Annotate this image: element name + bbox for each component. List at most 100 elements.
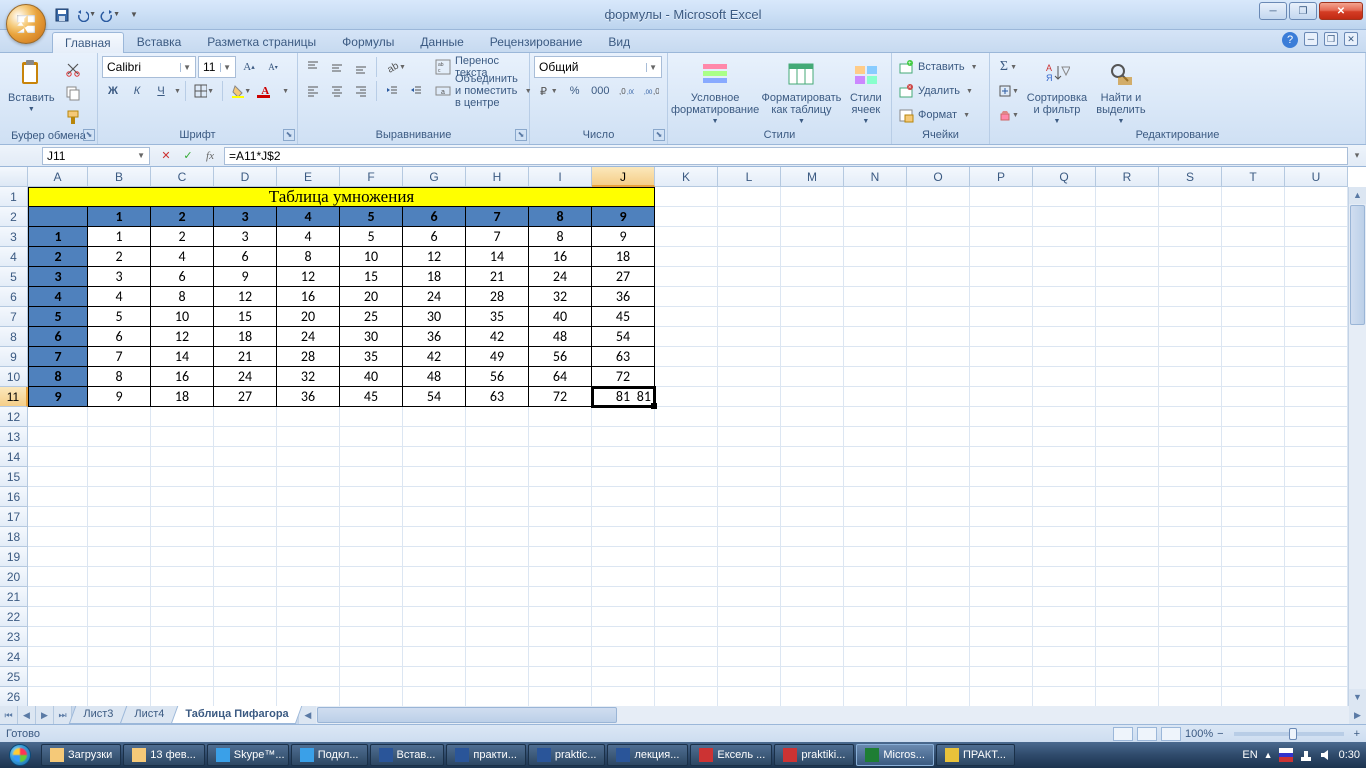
- cell[interactable]: [403, 467, 466, 487]
- cell[interactable]: [214, 527, 277, 547]
- cell[interactable]: [277, 427, 340, 447]
- cell[interactable]: [403, 547, 466, 567]
- cell[interactable]: [1159, 227, 1222, 247]
- cell[interactable]: [907, 367, 970, 387]
- cell[interactable]: [403, 527, 466, 547]
- increase-indent-icon[interactable]: [405, 80, 427, 102]
- table-cell[interactable]: 7: [88, 347, 151, 367]
- cell[interactable]: [592, 667, 655, 687]
- cell[interactable]: [970, 347, 1033, 367]
- cell[interactable]: [1222, 367, 1285, 387]
- cell[interactable]: [277, 607, 340, 627]
- cell[interactable]: [1096, 667, 1159, 687]
- cell[interactable]: [88, 607, 151, 627]
- cell[interactable]: [1222, 627, 1285, 647]
- table-cell[interactable]: 42: [466, 327, 529, 347]
- cell[interactable]: [214, 587, 277, 607]
- table-col-header[interactable]: 3: [214, 207, 277, 227]
- cell[interactable]: [151, 467, 214, 487]
- cell[interactable]: [1033, 407, 1096, 427]
- cell[interactable]: [844, 467, 907, 487]
- table-cell[interactable]: 30: [403, 307, 466, 327]
- col-header[interactable]: E: [277, 167, 340, 187]
- cell[interactable]: [1033, 527, 1096, 547]
- cell[interactable]: [1096, 367, 1159, 387]
- cell[interactable]: [907, 327, 970, 347]
- formula-input[interactable]: =A11*J$2: [224, 147, 1348, 165]
- cell[interactable]: [1159, 387, 1222, 407]
- cell[interactable]: [214, 467, 277, 487]
- cell[interactable]: [88, 667, 151, 687]
- table-cell[interactable]: 28: [277, 347, 340, 367]
- col-header[interactable]: H: [466, 167, 529, 187]
- cell[interactable]: [781, 527, 844, 547]
- cell[interactable]: [1159, 647, 1222, 667]
- cell[interactable]: [1033, 467, 1096, 487]
- cell[interactable]: [1096, 407, 1159, 427]
- cell[interactable]: [28, 667, 88, 687]
- enter-formula-icon[interactable]: ✓: [178, 147, 198, 165]
- ribbon-tab-6[interactable]: Вид: [595, 31, 643, 52]
- cell[interactable]: [907, 687, 970, 707]
- cell[interactable]: [844, 627, 907, 647]
- cell[interactable]: [88, 487, 151, 507]
- delete-cells-button[interactable]: ×Удалить▼: [896, 80, 985, 102]
- cell[interactable]: [907, 247, 970, 267]
- cell[interactable]: [592, 487, 655, 507]
- cell[interactable]: [1222, 527, 1285, 547]
- cell[interactable]: [844, 267, 907, 287]
- row-header[interactable]: 14: [0, 447, 28, 467]
- cell[interactable]: [1285, 247, 1348, 267]
- cell[interactable]: [403, 627, 466, 647]
- cell[interactable]: [1159, 267, 1222, 287]
- cell[interactable]: [1033, 587, 1096, 607]
- increase-decimal-icon[interactable]: ,0,00: [615, 80, 638, 102]
- cell[interactable]: [28, 547, 88, 567]
- cell[interactable]: [151, 487, 214, 507]
- cell[interactable]: [655, 627, 718, 647]
- row-header[interactable]: 10: [0, 367, 28, 387]
- cell[interactable]: [1159, 347, 1222, 367]
- table-cell[interactable]: 32: [529, 287, 592, 307]
- doc-restore-button[interactable]: ❐: [1324, 32, 1338, 46]
- cell[interactable]: [1096, 427, 1159, 447]
- table-cell[interactable]: 5: [88, 307, 151, 327]
- table-cell[interactable]: 12: [403, 247, 466, 267]
- cell[interactable]: [340, 587, 403, 607]
- table-cell[interactable]: 9: [214, 267, 277, 287]
- cell[interactable]: [1033, 607, 1096, 627]
- cell[interactable]: [844, 667, 907, 687]
- cell[interactable]: [844, 607, 907, 627]
- cell[interactable]: [1033, 227, 1096, 247]
- cell[interactable]: [214, 427, 277, 447]
- cell[interactable]: [970, 627, 1033, 647]
- cell[interactable]: [403, 407, 466, 427]
- table-cell[interactable]: 24: [529, 267, 592, 287]
- cell[interactable]: [1285, 527, 1348, 547]
- cell[interactable]: [1159, 367, 1222, 387]
- cell[interactable]: [403, 647, 466, 667]
- cell[interactable]: [781, 627, 844, 647]
- cell[interactable]: [907, 527, 970, 547]
- cell[interactable]: [466, 647, 529, 667]
- cell[interactable]: [1222, 407, 1285, 427]
- cell[interactable]: [592, 507, 655, 527]
- cell[interactable]: [844, 387, 907, 407]
- table-cell[interactable]: 15: [340, 267, 403, 287]
- font-size-combo[interactable]: 11▼: [198, 56, 236, 78]
- cell[interactable]: [466, 567, 529, 587]
- cell[interactable]: [214, 567, 277, 587]
- clipboard-launcher-icon[interactable]: ⬊: [83, 129, 95, 141]
- table-cell[interactable]: 7: [466, 227, 529, 247]
- cell[interactable]: [88, 587, 151, 607]
- cell[interactable]: [1285, 387, 1348, 407]
- cell[interactable]: [655, 367, 718, 387]
- cell[interactable]: [844, 207, 907, 227]
- font-launcher-icon[interactable]: ⬊: [283, 129, 295, 141]
- cell[interactable]: [844, 647, 907, 667]
- row-header[interactable]: 13: [0, 427, 28, 447]
- cell[interactable]: [781, 687, 844, 707]
- cell[interactable]: [655, 567, 718, 587]
- cell[interactable]: [970, 307, 1033, 327]
- zoom-level[interactable]: 100%: [1185, 728, 1213, 740]
